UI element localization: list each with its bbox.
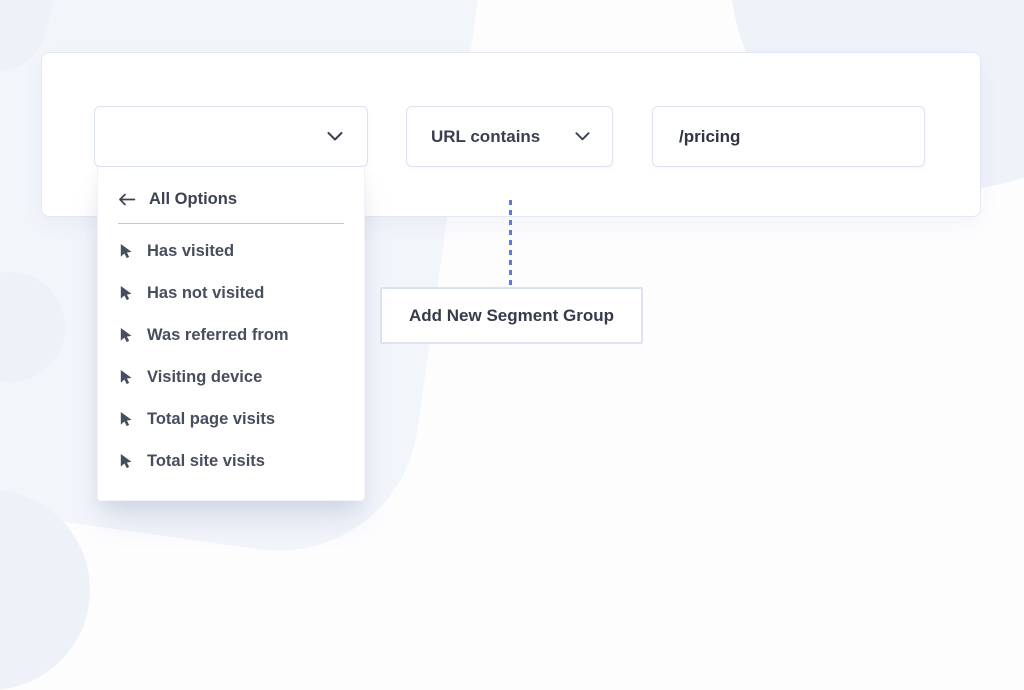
- condition-value-input[interactable]: [653, 107, 924, 166]
- cursor-pointer-icon: [118, 327, 133, 343]
- menu-item-has-visited[interactable]: Has visited: [98, 230, 364, 272]
- cursor-pointer-icon: [118, 243, 133, 259]
- menu-item-label: Total site visits: [147, 452, 265, 471]
- chevron-down-icon: [327, 132, 343, 141]
- menu-item-total-page-visits[interactable]: Total page visits: [98, 398, 364, 440]
- dashed-connector-line: [509, 200, 512, 287]
- menu-item-label: Has not visited: [147, 284, 264, 303]
- add-new-segment-group-label: Add New Segment Group: [409, 306, 614, 326]
- menu-item-has-not-visited[interactable]: Has not visited: [98, 272, 364, 314]
- menu-item-was-referred-from[interactable]: Was referred from: [98, 314, 364, 356]
- condition-operator-label: URL contains: [431, 127, 540, 147]
- menu-item-visiting-device[interactable]: Visiting device: [98, 356, 364, 398]
- arrow-left-icon: [118, 193, 136, 206]
- add-new-segment-group-button[interactable]: Add New Segment Group: [380, 287, 643, 344]
- segment-options-menu: All Options Has visited Has not visited …: [97, 167, 365, 501]
- condition-operator-dropdown[interactable]: URL contains: [406, 106, 613, 167]
- menu-list: Has visited Has not visited Was referred…: [98, 224, 364, 482]
- condition-value-field: [652, 106, 925, 167]
- menu-item-label: Was referred from: [147, 326, 289, 345]
- menu-item-total-site-visits[interactable]: Total site visits: [98, 440, 364, 482]
- cursor-pointer-icon: [118, 453, 133, 469]
- menu-back-all-options[interactable]: All Options: [118, 185, 344, 213]
- cursor-pointer-icon: [118, 369, 133, 385]
- cursor-pointer-icon: [118, 285, 133, 301]
- chevron-down-icon: [575, 132, 590, 141]
- cursor-pointer-icon: [118, 411, 133, 427]
- menu-item-label: Total page visits: [147, 410, 275, 429]
- menu-item-label: Visiting device: [147, 368, 262, 387]
- segment-type-dropdown[interactable]: [94, 106, 368, 167]
- menu-item-label: Has visited: [147, 242, 234, 261]
- menu-back-label: All Options: [149, 190, 237, 209]
